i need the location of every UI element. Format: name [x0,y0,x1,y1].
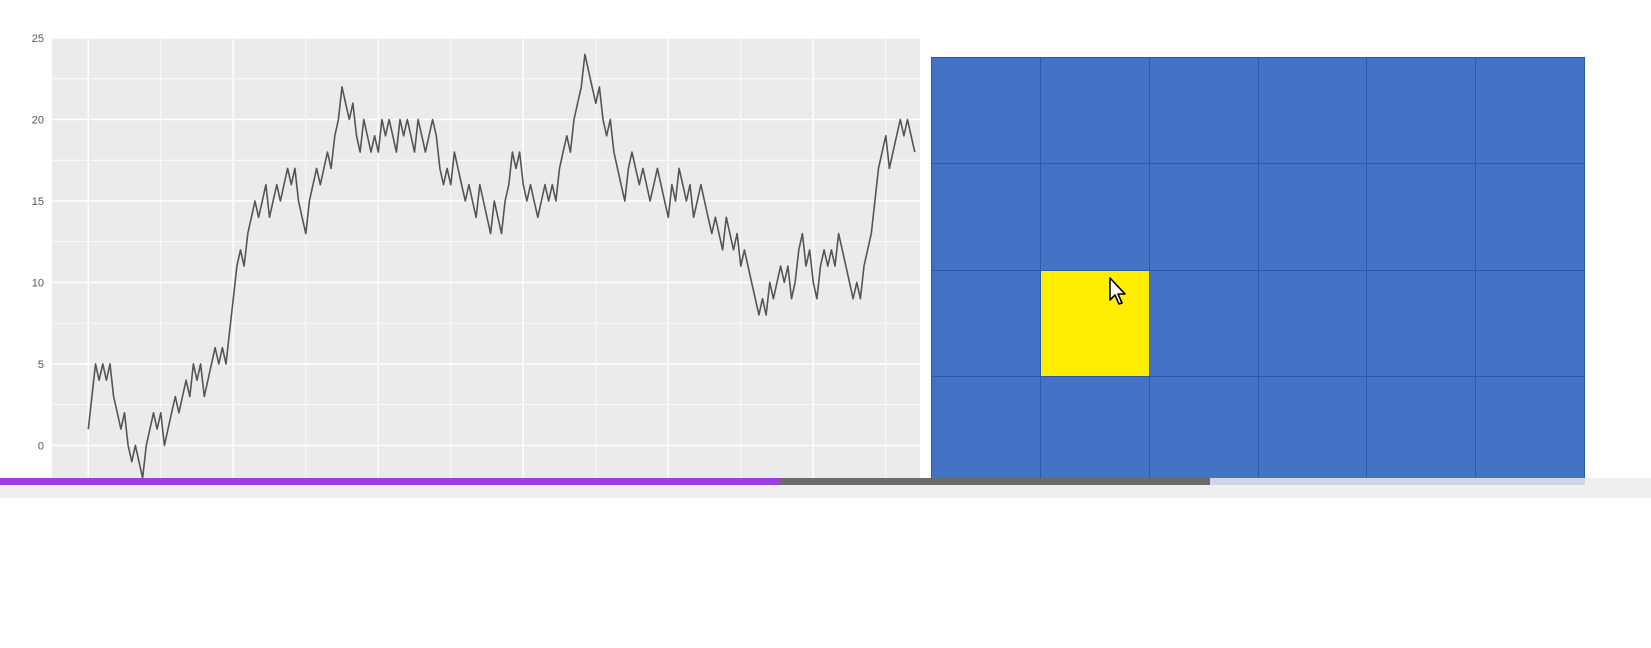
grid-cell[interactable] [1476,58,1584,164]
grid-cell[interactable] [1149,58,1258,164]
progress-remaining [1210,478,1585,485]
grid-cell[interactable] [1476,164,1584,270]
y-tick-label: 25 [32,33,44,45]
line-chart-svg: 0 5 10 15 20 25 [32,33,920,479]
grid-cell[interactable] [1258,164,1367,270]
grid-cell[interactable] [1149,270,1258,376]
grid-cell[interactable] [1476,376,1584,482]
grid-cell[interactable] [1367,270,1476,376]
grid-cell[interactable] [1040,58,1149,164]
grid-cell[interactable] [1367,58,1476,164]
y-tick-label: 20 [32,114,44,126]
grid-cell[interactable] [1258,58,1367,164]
grid-cell[interactable] [1149,376,1258,482]
grid-cell[interactable] [1367,164,1476,270]
grid-cell[interactable] [1149,164,1258,270]
grid-cell[interactable] [1258,270,1367,376]
grid-cell[interactable] [1367,376,1476,482]
y-tick-label: 0 [38,440,44,452]
plot-background [52,38,920,478]
progress-played[interactable] [0,478,780,485]
grid-cell[interactable] [932,164,1040,270]
grid-cell-highlighted[interactable] [1040,270,1149,376]
grid-cell[interactable] [1258,376,1367,482]
grid-cell[interactable] [1040,164,1149,270]
video-progress-bar[interactable] [0,478,1651,500]
grid-cell[interactable] [1040,376,1149,482]
color-grid-board[interactable] [931,57,1585,483]
y-tick-label: 15 [32,196,44,208]
grid-cell[interactable] [932,270,1040,376]
y-tick-label: 5 [38,359,44,371]
y-tick-label: 10 [32,277,44,289]
line-chart: 0 5 10 15 20 25 [0,0,920,500]
grid-cell[interactable] [1476,270,1584,376]
grid-cell[interactable] [932,58,1040,164]
grid-cell[interactable] [932,376,1040,482]
